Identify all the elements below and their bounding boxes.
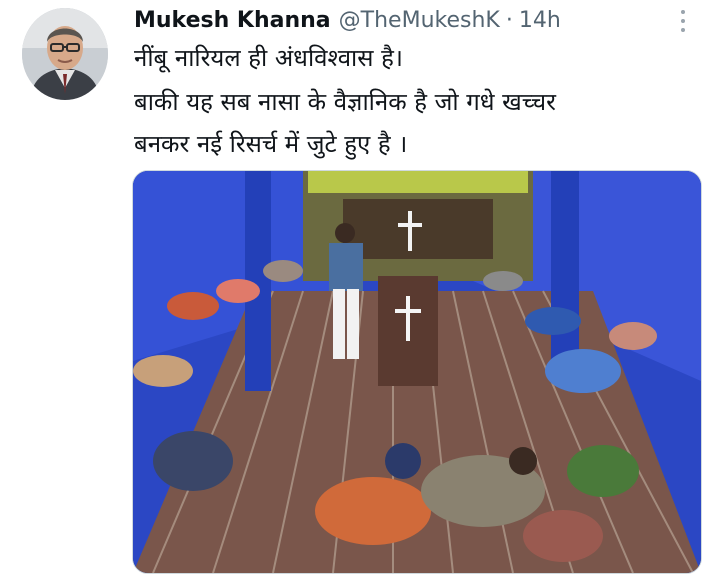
- tweet[interactable]: Mukesh Khanna @TheMukeshK · 14h नींबू ना…: [0, 0, 706, 588]
- author-name[interactable]: Mukesh Khanna: [134, 6, 331, 36]
- author-handle[interactable]: @TheMukeshK: [339, 6, 500, 36]
- tweet-header: Mukesh Khanna @TheMukeshK · 14h: [134, 6, 561, 36]
- avatar[interactable]: [22, 8, 108, 100]
- more-options-icon[interactable]: [674, 8, 692, 34]
- separator-dot: ·: [505, 8, 513, 33]
- tweet-text-line-2: बाकी यह सब नासा के वैज्ञानिक है जो गधे ख…: [134, 88, 556, 116]
- tweet-text-line-1: नींबू नारियल ही अंधविश्वास है।: [134, 44, 403, 72]
- tweet-text-line-3: बनकर नई रिसर्च में जुटे हुए है ।: [134, 130, 408, 158]
- avatar-image: [22, 8, 108, 100]
- tweet-timestamp[interactable]: 14h: [519, 6, 561, 36]
- tweet-media[interactable]: [132, 170, 702, 574]
- church-prayer-photo: [133, 171, 701, 573]
